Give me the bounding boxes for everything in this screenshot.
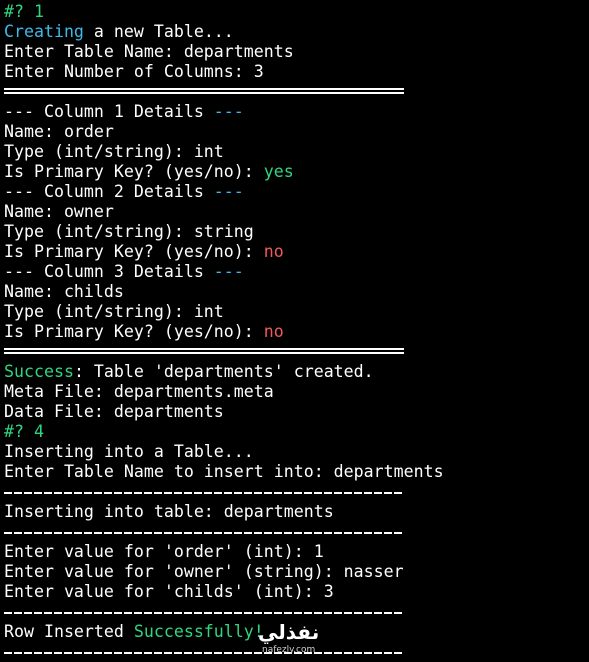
inserting-title-line: Inserting into a Table...: [4, 442, 254, 461]
column-pk-line: Is Primary Key? (yes/no): no: [4, 242, 589, 262]
data-file-line: Data File: departments: [4, 402, 224, 421]
value-childs-line: Enter value for 'childs' (int): 3: [4, 582, 334, 601]
column-type-line: Type (int/string): int: [4, 302, 224, 321]
column-pk-line: Is Primary Key? (yes/no): yes: [4, 162, 589, 182]
separator-double: [4, 342, 589, 362]
creating-rest: a new Table...: [83, 22, 234, 41]
column-name-line: Name: owner: [4, 202, 114, 221]
column-count-line: Enter Number of Columns: 3: [4, 62, 264, 81]
table-name-line: Enter Table Name: departments: [4, 42, 294, 61]
meta-file-line: Meta File: departments.meta: [4, 382, 274, 401]
separator-dashed: [4, 482, 589, 502]
column-type-line: Type (int/string): int: [4, 142, 224, 161]
separator-double: [4, 82, 589, 102]
column-header-label: --- Column 3 Details: [4, 262, 214, 281]
column-pk-line: Is Primary Key? (yes/no): no: [4, 322, 589, 342]
creating-keyword: Creating: [4, 22, 84, 41]
value-owner-line: Enter value for 'owner' (string): nasser: [4, 562, 404, 581]
column-header: --- Column 2 Details ---: [4, 182, 589, 202]
separator-dashed: [4, 522, 589, 542]
column-header-dashes: ---: [213, 102, 244, 121]
terminal-output: #? 1 Creating a new Table... Enter Table…: [4, 2, 589, 658]
column-header: --- Column 1 Details ---: [4, 102, 589, 122]
column-type-line: Type (int/string): string: [4, 222, 254, 241]
watermark-logo: نفذلي nafezly.com: [258, 620, 334, 656]
pk-prompt: Is Primary Key? (yes/no):: [4, 242, 264, 261]
success-rest: : Table 'departments' created.: [73, 362, 374, 381]
success-line: Success: Table 'departments' created.: [4, 362, 589, 382]
watermark-name: نفذلي: [258, 620, 320, 644]
inserting-into-line: Inserting into table: departments: [4, 502, 334, 521]
pk-answer-no: no: [263, 242, 284, 261]
column-header-dashes: ---: [213, 182, 244, 201]
column-name-line: Name: childs: [4, 282, 124, 301]
column-name-line: Name: order: [4, 122, 114, 141]
row-inserted-label: Row Inserted: [4, 622, 134, 641]
insert-table-name-line: Enter Table Name to insert into: departm…: [4, 462, 444, 481]
pk-answer-no: no: [263, 322, 284, 341]
pk-prompt: Is Primary Key? (yes/no):: [4, 162, 264, 181]
column-header-label: --- Column 1 Details: [4, 102, 214, 121]
row-inserted-success: Successfully!: [133, 622, 264, 641]
value-order-line: Enter value for 'order' (int): 1: [4, 542, 324, 561]
column-header: --- Column 3 Details ---: [4, 262, 589, 282]
column-header-label: --- Column 2 Details: [4, 182, 214, 201]
success-keyword: Success: [4, 362, 74, 381]
watermark-url: nafezly.com: [262, 645, 316, 655]
shell-prompt: #? 1: [4, 2, 44, 21]
creating-table-line: Creating a new Table...: [4, 22, 589, 42]
column-header-dashes: ---: [213, 262, 244, 281]
pk-prompt: Is Primary Key? (yes/no):: [4, 322, 264, 341]
pk-answer-yes: yes: [263, 162, 294, 181]
shell-prompt: #? 4: [4, 422, 44, 441]
separator-dashed: [4, 602, 589, 622]
